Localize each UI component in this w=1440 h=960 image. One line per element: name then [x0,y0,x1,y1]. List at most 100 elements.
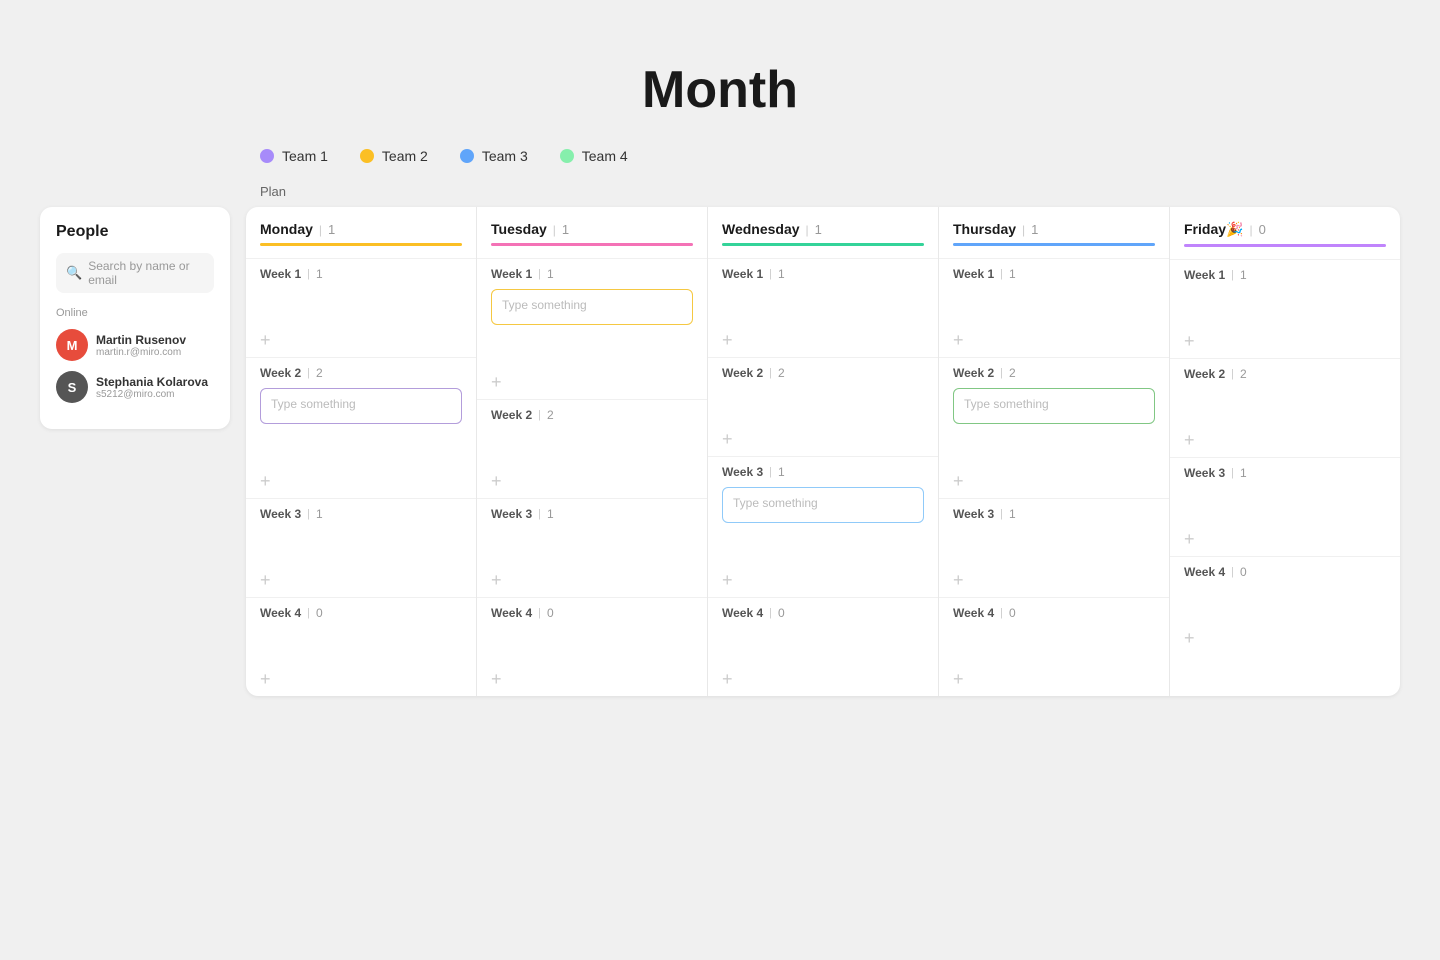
page-title: Month [642,60,798,120]
week-cell: + [1184,488,1386,548]
week-section-2: Week 3 | 1 + [246,498,476,597]
add-btn[interactable]: + [722,670,924,688]
week-name: Week 4 [953,606,994,620]
week-header: Week 3 | 1 [722,465,924,479]
online-label: Online [56,307,214,319]
week-header: Week 3 | 1 [260,507,462,521]
week-section-0: Week 1 | 1 + [246,258,476,357]
type-card[interactable]: Type something [953,388,1155,424]
legend-label: Team 2 [382,148,428,164]
week-count: 1 [1009,507,1016,521]
week-count: 0 [1009,606,1016,620]
day-column-wednesday: Wednesday | 1 Week 1 | 1 + Week 2 | 2 + [708,207,939,696]
week-cell: + [260,529,462,589]
add-btn[interactable]: + [260,331,462,349]
week-name: Week 3 [953,507,994,521]
week-header: Week 2 | 2 [260,366,462,380]
legend-dot [460,149,474,163]
week-section-3: Week 4 | 0 + [708,597,938,696]
add-btn[interactable]: + [260,670,462,688]
person-info: Stephania Kolarova s5212@miro.com [96,375,208,400]
week-header: Week 4 | 0 [953,606,1155,620]
add-btn[interactable]: + [953,331,1155,349]
week-header: Week 1 | 1 [953,267,1155,281]
add-btn[interactable]: + [491,571,693,589]
search-placeholder: Search by name or email [88,259,204,287]
search-icon: 🔍 [66,265,82,281]
week-name: Week 2 [491,408,532,422]
add-btn[interactable]: + [1184,629,1386,647]
add-btn[interactable]: + [953,670,1155,688]
legend-item: Team 4 [560,148,628,164]
day-count: 0 [1259,222,1266,237]
week-cell: + [1184,389,1386,449]
person-info: Martin Rusenov martin.r@miro.com [96,333,186,358]
person-item: M Martin Rusenov martin.r@miro.com [56,329,214,361]
week-section-1: Week 2 | 2 + [708,357,938,456]
week-sep: | [307,367,310,379]
week-count: 2 [778,366,785,380]
week-sep: | [769,268,772,280]
people-title: People [56,223,214,241]
add-btn[interactable]: + [260,571,462,589]
type-card[interactable]: Type something [491,289,693,325]
week-cell: + [953,289,1155,349]
add-btn[interactable]: + [1184,530,1386,548]
week-header: Week 1 | 1 [722,267,924,281]
add-btn[interactable]: + [722,430,924,448]
week-header: Week 2 | 2 [722,366,924,380]
person-name: Stephania Kolarova [96,375,208,389]
week-section-3: Week 4 | 0 + [1170,556,1400,655]
week-section-2: Week 3 | 1 + [939,498,1169,597]
week-cell: + [260,430,462,490]
week-sep: | [769,367,772,379]
week-cell: + [260,628,462,688]
week-section-0: Week 1 | 1 + [939,258,1169,357]
type-card[interactable]: Type something [722,487,924,523]
week-name: Week 1 [491,267,532,281]
week-section-3: Week 4 | 0 + [246,597,476,696]
add-btn[interactable]: + [953,571,1155,589]
person-name: Martin Rusenov [96,333,186,347]
week-section-0: Week 1 | 1 Type something + [477,258,707,399]
add-btn[interactable]: + [722,331,924,349]
week-section-3: Week 4 | 0 + [477,597,707,696]
day-header: Friday🎉 | 0 [1170,207,1400,238]
day-name: Tuesday [491,221,547,237]
calendar-grid: Monday | 1 Week 1 | 1 + Week 2 | 2 Type … [246,207,1400,696]
person-email: s5212@miro.com [96,389,208,400]
day-column-tuesday: Tuesday | 1 Week 1 | 1 Type something + … [477,207,708,696]
week-sep: | [769,607,772,619]
type-card[interactable]: Type something [260,388,462,424]
week-cell: + [722,628,924,688]
week-header: Week 4 | 0 [491,606,693,620]
week-cell: + [1184,290,1386,350]
week-section-0: Week 1 | 1 + [1170,259,1400,358]
week-sep: | [307,607,310,619]
add-btn[interactable]: + [491,472,693,490]
add-btn[interactable]: + [491,373,693,391]
add-btn[interactable]: + [722,571,924,589]
add-btn[interactable]: + [260,472,462,490]
add-btn[interactable]: + [1184,332,1386,350]
week-count: 1 [1240,466,1247,480]
week-sep: | [307,508,310,520]
week-name: Week 1 [722,267,763,281]
add-btn[interactable]: + [953,472,1155,490]
week-section-0: Week 1 | 1 + [708,258,938,357]
legend-item: Team 2 [360,148,428,164]
week-header: Week 2 | 2 [953,366,1155,380]
week-cell: + [491,628,693,688]
week-name: Week 3 [1184,466,1225,480]
day-bar [722,243,924,246]
week-count: 2 [1240,367,1247,381]
week-cell: + [953,529,1155,589]
week-section-1: Week 2 | 2 Type something + [939,357,1169,498]
add-btn[interactable]: + [1184,431,1386,449]
week-header: Week 1 | 1 [1184,268,1386,282]
day-separator: | [1249,223,1252,237]
add-btn[interactable]: + [491,670,693,688]
week-cell: + [722,388,924,448]
week-name: Week 3 [491,507,532,521]
search-box[interactable]: 🔍 Search by name or email [56,253,214,293]
